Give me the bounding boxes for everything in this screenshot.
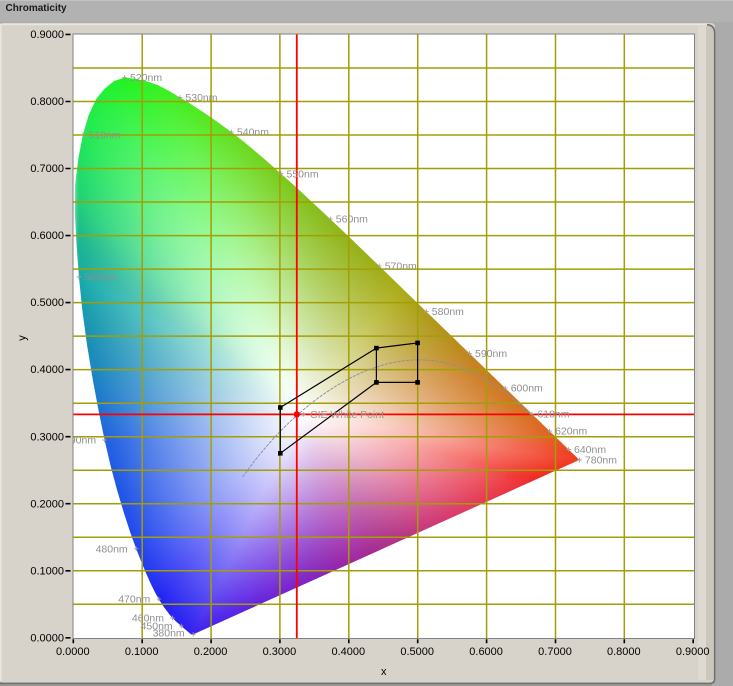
svg-text:560nm: 560nm: [336, 214, 368, 226]
svg-text:590nm: 590nm: [475, 348, 507, 360]
svg-text:570nm: 570nm: [385, 261, 417, 273]
svg-text:520nm: 520nm: [130, 72, 162, 84]
svg-text:530nm: 530nm: [185, 92, 217, 104]
svg-text:580nm: 580nm: [432, 306, 464, 318]
svg-text:0.2000: 0.2000: [194, 646, 228, 658]
svg-text:500nm: 500nm: [84, 272, 116, 284]
svg-text:y: y: [17, 335, 29, 341]
svg-text:620nm: 620nm: [555, 426, 587, 438]
svg-text:510nm: 510nm: [88, 130, 120, 142]
svg-text:0.3000: 0.3000: [30, 431, 64, 443]
svg-text:480nm: 480nm: [96, 543, 128, 555]
svg-text:380nm: 380nm: [153, 628, 185, 640]
svg-text:0.7000: 0.7000: [538, 646, 572, 658]
svg-text:550nm: 550nm: [287, 168, 319, 180]
svg-text:0.4000: 0.4000: [331, 646, 365, 658]
svg-text:470nm: 470nm: [118, 594, 150, 606]
svg-text:540nm: 540nm: [237, 127, 269, 139]
svg-text:0.7000: 0.7000: [30, 163, 64, 175]
svg-text:0.9000: 0.9000: [676, 646, 710, 658]
svg-text:780nm: 780nm: [585, 455, 617, 467]
svg-text:0.8000: 0.8000: [607, 646, 641, 658]
svg-text:600nm: 600nm: [511, 383, 543, 395]
svg-text:0.9000: 0.9000: [30, 29, 64, 41]
svg-text:0.2000: 0.2000: [30, 498, 64, 510]
svg-text:0.6000: 0.6000: [469, 646, 503, 658]
svg-text:CIE White Point: CIE White Point: [310, 409, 384, 421]
svg-text:0.3000: 0.3000: [263, 646, 297, 658]
svg-text:0.6000: 0.6000: [30, 230, 64, 242]
svg-text:0.8000: 0.8000: [30, 96, 64, 108]
svg-text:0.5000: 0.5000: [400, 646, 434, 658]
svg-text:0.1000: 0.1000: [30, 565, 64, 577]
svg-text:0.0000: 0.0000: [30, 632, 64, 644]
svg-text:0.1000: 0.1000: [125, 646, 159, 658]
svg-text:0.4000: 0.4000: [30, 364, 64, 376]
svg-text:610nm: 610nm: [537, 409, 569, 421]
svg-text:0.0000: 0.0000: [56, 646, 90, 658]
svg-text:Chromaticity: Chromaticity: [6, 3, 68, 14]
svg-text:0.5000: 0.5000: [30, 297, 64, 309]
svg-text:x: x: [381, 666, 387, 678]
